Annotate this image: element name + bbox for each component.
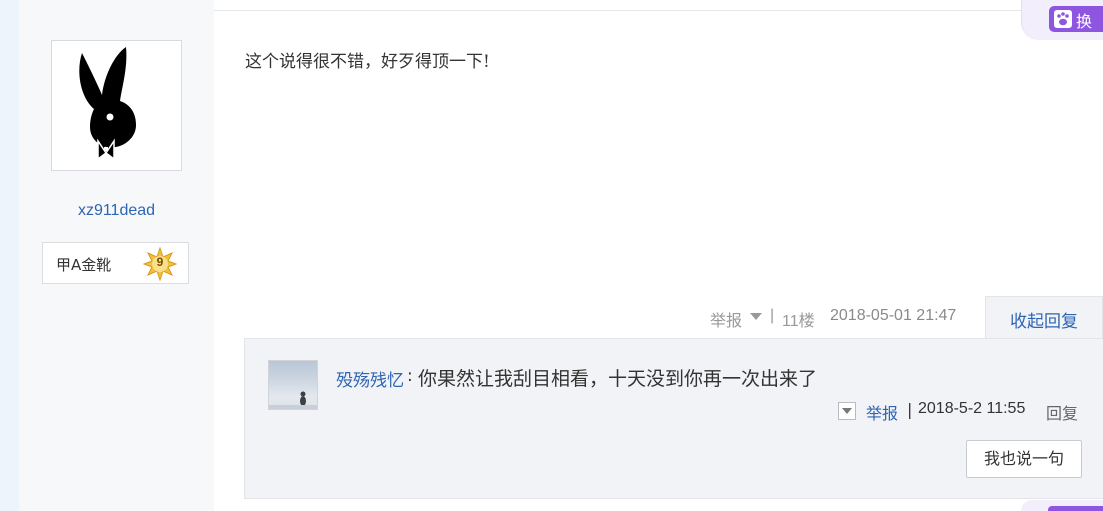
reply-author-name[interactable]: 殁殇残忆	[336, 366, 404, 391]
post-timestamp: 2018-05-01 21:47	[830, 307, 957, 324]
collapse-replies-tab[interactable]: 收起回复	[985, 296, 1103, 340]
post-report-link[interactable]: 举报	[710, 307, 742, 331]
dropdown-caret-icon[interactable]	[750, 313, 762, 321]
swap-button[interactable]: 换	[1049, 6, 1103, 32]
reply-author-avatar[interactable]	[268, 360, 318, 410]
meta-separator: |	[770, 307, 775, 324]
left-rail	[0, 0, 19, 511]
reply-report-link[interactable]: 举报	[866, 400, 898, 424]
post-floor-number: 11楼	[782, 313, 815, 330]
collapse-replies-label[interactable]: 收起回复	[1010, 307, 1078, 332]
say-something-button[interactable]: 我也说一句	[966, 440, 1082, 478]
level-star-badge-icon: 9	[142, 246, 178, 282]
bunny-logo-icon	[79, 47, 136, 161]
author-badge[interactable]: 甲A金靴 9	[42, 242, 189, 284]
reply-dropdown-button[interactable]	[838, 402, 856, 420]
badge-label: 甲A金靴	[56, 256, 112, 274]
reply-colon: :	[407, 366, 413, 386]
author-avatar[interactable]	[51, 40, 182, 171]
post-content: 这个说得很不错，好歹得顶一下!	[245, 52, 490, 72]
reply-timestamp: 2018-5-2 11:55	[918, 400, 1026, 417]
top-divider	[214, 10, 1103, 11]
paw-icon	[1054, 10, 1072, 28]
reply-separator: |	[907, 400, 913, 419]
chevron-down-icon	[842, 408, 852, 414]
reply-reply-link[interactable]: 回复	[1046, 400, 1078, 424]
bottom-corner-accent	[1048, 506, 1103, 511]
reply-content: 你果然让我刮目相看，十天没到你再一次出来了	[418, 368, 818, 390]
badge-level-number: 9	[156, 255, 164, 269]
swap-label: 换	[1076, 12, 1093, 31]
avatar-image	[269, 391, 317, 409]
author-username[interactable]: xz911dead	[19, 202, 214, 220]
